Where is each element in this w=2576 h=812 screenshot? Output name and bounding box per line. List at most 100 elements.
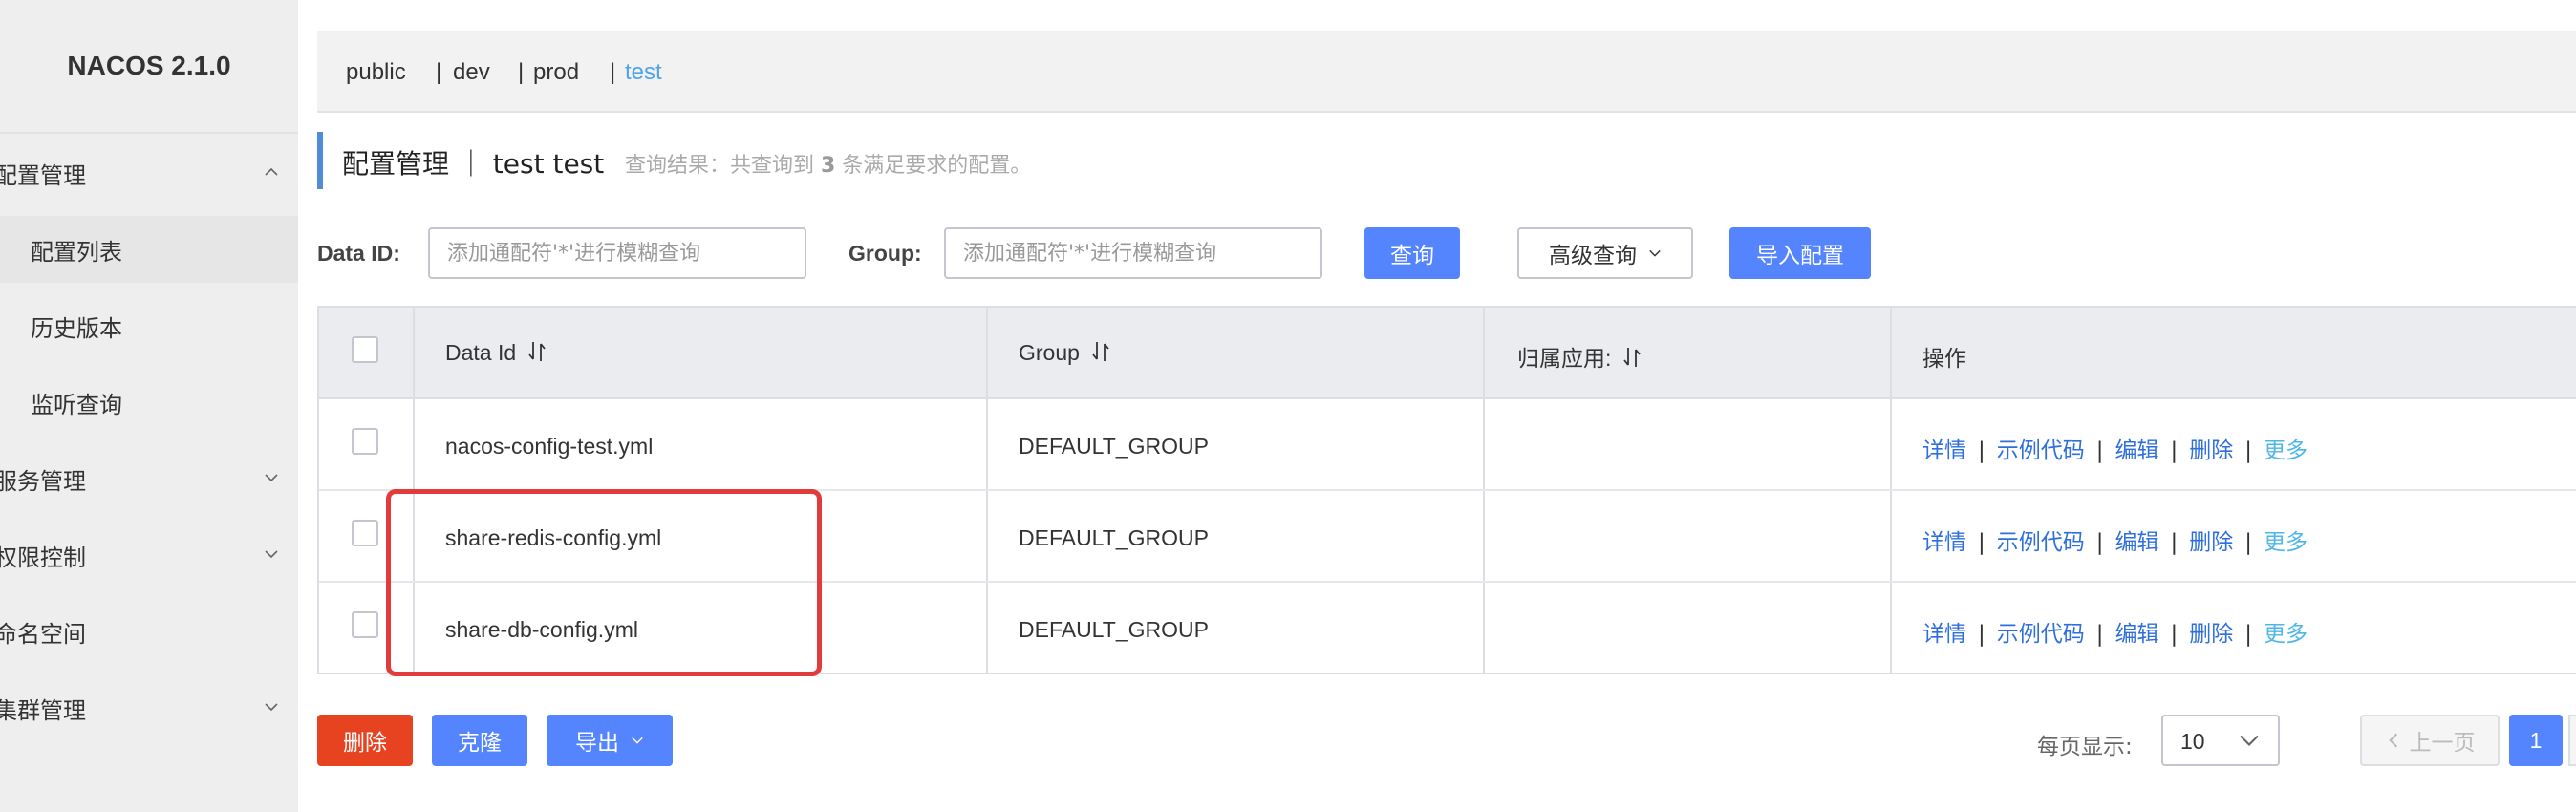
- sidebar-item-label: 集群管理: [0, 696, 86, 724]
- page-number-current[interactable]: 1: [2509, 715, 2563, 766]
- clone-button[interactable]: 克隆: [432, 715, 527, 766]
- action-sample-code-link[interactable]: 示例代码: [1997, 622, 2085, 647]
- header-label: Group: [1019, 340, 1080, 365]
- sidebar-item-label: 服务管理: [0, 467, 86, 495]
- action-edit-link[interactable]: 编辑: [2115, 438, 2159, 463]
- action-delete-link[interactable]: 删除: [2189, 622, 2233, 647]
- row-actions: 详情 | 示例代码 | 编辑 | 删除 | 更多: [1922, 524, 2308, 556]
- group-search-input[interactable]: [944, 227, 1322, 279]
- cell-group: DEFAULT_GROUP: [1019, 617, 1209, 642]
- namespace-tabbar: public | dev | prod | test: [317, 31, 2576, 113]
- cell-data-id: nacos-config-test.yml: [445, 434, 654, 459]
- row-actions: 详情 | 示例代码 | 编辑 | 删除 | 更多: [1922, 432, 2308, 464]
- sidebar-item-cluster-management[interactable]: 集群管理: [0, 674, 298, 741]
- page-size-select[interactable]: 10: [2161, 715, 2280, 766]
- chevron-down-icon: [265, 703, 278, 712]
- bulk-delete-button[interactable]: 删除: [317, 715, 413, 766]
- sidebar-item-label: 配置列表: [31, 238, 122, 266]
- cell-group: DEFAULT_GROUP: [1019, 434, 1209, 459]
- export-label: 导出: [575, 731, 619, 756]
- sidebar-item-label: 命名空间: [0, 620, 86, 648]
- sidebar-item-history[interactable]: 历史版本: [0, 292, 298, 359]
- chevron-down-icon: [2240, 735, 2259, 746]
- namespace-tab-public[interactable]: public: [346, 59, 406, 86]
- export-button[interactable]: 导出: [547, 715, 673, 766]
- namespace-tab-test[interactable]: test: [625, 59, 662, 86]
- select-all-checkbox[interactable]: [352, 336, 378, 363]
- action-separator: |: [2095, 530, 2104, 555]
- sidebar-item-namespace[interactable]: 命名空间: [0, 598, 298, 665]
- chevron-down-icon: [265, 474, 278, 482]
- action-separator: |: [1978, 622, 1986, 647]
- action-more-link[interactable]: 更多: [2264, 438, 2308, 463]
- namespace-tab-prod[interactable]: prod: [533, 59, 579, 86]
- action-detail-link[interactable]: 详情: [1922, 438, 1966, 463]
- prev-page-button[interactable]: 上一页: [2360, 715, 2500, 766]
- chevron-up-icon: [265, 167, 278, 176]
- header-data-id[interactable]: Data Id: [445, 340, 547, 366]
- query-result-count: 3: [821, 154, 836, 178]
- page-size-value: 10: [2180, 729, 2205, 754]
- sidebar: NACOS 2.1.0 配置管理 配置列表 历史版本 监听查询 服务管理 权限控…: [0, 0, 298, 812]
- header-group[interactable]: Group: [1019, 340, 1110, 366]
- action-sample-code-link[interactable]: 示例代码: [1997, 530, 2085, 555]
- table-row: nacos-config-test.yml DEFAULT_GROUP 详情 | 示…: [319, 399, 2576, 491]
- row-actions: 详情 | 示例代码 | 编辑 | 删除 | 更多: [1922, 615, 2308, 648]
- sidebar-item-label: 监听查询: [31, 391, 122, 418]
- action-delete-link[interactable]: 删除: [2189, 530, 2233, 555]
- action-sample-code-link[interactable]: 示例代码: [1997, 438, 2085, 463]
- action-delete-link[interactable]: 删除: [2189, 438, 2233, 463]
- sidebar-item-listener-query[interactable]: 监听查询: [0, 369, 298, 436]
- dataid-label: Data ID:: [317, 241, 400, 266]
- sort-icon: [1092, 342, 1109, 361]
- header-label: 归属应用:: [1517, 346, 1612, 371]
- table-header: Data Id Group 归属应用: 操作: [319, 308, 2576, 399]
- row-checkbox[interactable]: [352, 520, 378, 546]
- action-more-link[interactable]: 更多: [2264, 622, 2308, 647]
- action-separator: |: [2244, 438, 2252, 463]
- action-more-link[interactable]: 更多: [2264, 530, 2308, 555]
- action-edit-link[interactable]: 编辑: [2115, 530, 2159, 555]
- import-config-button[interactable]: 导入配置: [1729, 227, 1871, 279]
- group-label: Group:: [848, 241, 922, 266]
- sidebar-item-config-management[interactable]: 配置管理: [0, 139, 298, 206]
- query-button[interactable]: 查询: [1364, 227, 1460, 279]
- dataid-search-input[interactable]: [428, 227, 806, 279]
- sort-icon: [1623, 348, 1642, 367]
- sort-icon: [528, 342, 546, 361]
- namespace-separator: |: [518, 59, 525, 85]
- cell-group: DEFAULT_GROUP: [1019, 525, 1209, 550]
- row-checkbox[interactable]: [352, 428, 378, 455]
- page-size-label: 每页显示:: [2037, 735, 2133, 759]
- header-label: Data Id: [445, 340, 517, 365]
- query-result-hint: 查询结果：共查询到 3 条满足要求的配置。: [625, 148, 1031, 179]
- sidebar-item-access-control[interactable]: 权限控制: [0, 522, 298, 588]
- action-separator: |: [2095, 438, 2104, 463]
- namespace-separator: |: [436, 59, 442, 85]
- action-separator: |: [2170, 438, 2179, 463]
- action-separator: |: [2170, 530, 2179, 555]
- advanced-query-button[interactable]: 高级查询: [1517, 227, 1693, 279]
- chevron-left-icon: [2388, 733, 2397, 748]
- action-detail-link[interactable]: 详情: [1922, 530, 1966, 555]
- header-app[interactable]: 归属应用:: [1517, 340, 1642, 373]
- action-separator: |: [1978, 438, 1986, 463]
- action-detail-link[interactable]: 详情: [1922, 622, 1966, 647]
- next-page-button-edge[interactable]: [2568, 715, 2576, 766]
- action-separator: |: [2244, 530, 2252, 555]
- sidebar-item-label: 配置管理: [0, 161, 86, 189]
- action-separator: |: [2170, 622, 2179, 647]
- sidebar-item-config-list[interactable]: 配置列表: [0, 216, 298, 283]
- row-checkbox[interactable]: [352, 611, 378, 638]
- page-title: 配置管理 ｜ test test: [342, 148, 605, 180]
- chevron-down-icon: [632, 737, 643, 744]
- namespace-tab-dev[interactable]: dev: [453, 59, 490, 86]
- action-edit-link[interactable]: 编辑: [2115, 622, 2159, 647]
- header-actions: 操作: [1922, 346, 1966, 371]
- sidebar-item-service-management[interactable]: 服务管理: [0, 445, 298, 512]
- sidebar-item-label: 历史版本: [31, 314, 122, 342]
- title-accent-bar: [317, 132, 323, 189]
- app-brand: NACOS 2.1.0: [0, 0, 298, 134]
- action-separator: |: [2095, 622, 2104, 647]
- sidebar-item-label: 权限控制: [0, 544, 86, 571]
